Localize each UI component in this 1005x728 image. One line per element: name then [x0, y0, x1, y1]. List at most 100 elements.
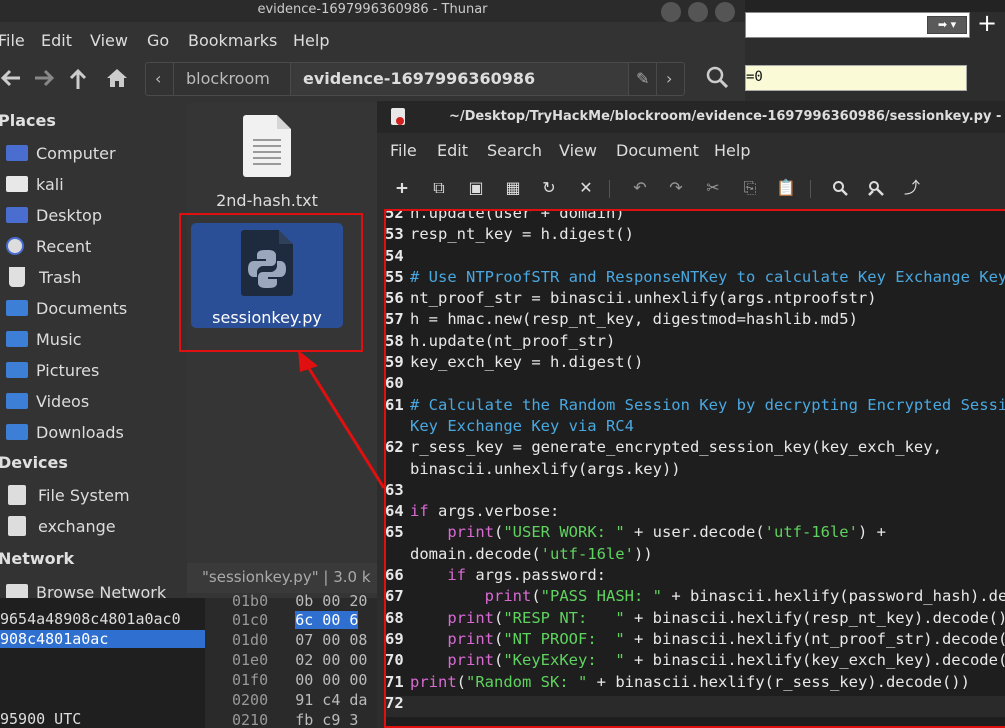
file-2nd-hash[interactable]: 2nd-hash.txt — [187, 115, 347, 210]
background-field-value: =0 — [746, 69, 763, 85]
new-document-icon[interactable]: 🞥 — [391, 177, 413, 199]
find-replace-icon[interactable] — [865, 177, 887, 199]
hex-bytes: 00 00 00 — [295, 671, 368, 689]
path-segment-blockroom[interactable]: blockroom — [174, 63, 291, 95]
sidebar-item-videos[interactable]: Videos — [6, 388, 89, 414]
combo-arrow-button[interactable]: ➡ ▾ — [927, 16, 967, 34]
hex-bytes: 91 c4 da — [295, 691, 368, 709]
save-icon[interactable]: ▣ — [465, 177, 487, 199]
code-line: 64 if args.verbose: — [386, 501, 1005, 522]
sidebar-item-computer[interactable]: Computer — [6, 140, 116, 166]
add-tab-icon[interactable]: + — [977, 10, 997, 36]
new-window-icon[interactable]: ⧉ — [428, 177, 450, 199]
sidebar-item-desktop[interactable]: Desktop — [6, 202, 102, 228]
background-text-field[interactable]: =0 — [745, 65, 967, 91]
mp-menu-file[interactable]: File — [390, 141, 417, 160]
line-number: 64 — [385, 502, 404, 521]
line-number: 63 — [385, 480, 404, 499]
hex-text-line-selected[interactable]: 908c4801a0ac — [0, 630, 205, 648]
line-number: 72 — [385, 693, 404, 712]
code-line: 57 h = hmac.new(resp_nt_key, digestmod=ha… — [386, 309, 1005, 330]
sidebar-item-music[interactable]: Music — [6, 326, 82, 352]
code-line: 54 — [386, 246, 1005, 267]
up-arrow-icon[interactable] — [68, 68, 88, 95]
forward-arrow-icon[interactable] — [33, 68, 55, 93]
sidebar-item-trash[interactable]: Trash — [6, 264, 81, 290]
screen: { "thunar": { "title": "evidence-1697996… — [0, 0, 1005, 728]
maximize-button[interactable] — [688, 2, 708, 22]
back-arrow-icon[interactable] — [0, 68, 22, 93]
path-scroll-right-icon[interactable]: › — [657, 63, 685, 95]
menu-file[interactable]: File — [0, 31, 25, 50]
save-as-icon[interactable]: ▦ — [502, 177, 524, 199]
background-window: ➡ ▾ + =0 — [745, 0, 1005, 105]
edit-path-icon[interactable]: ✎ — [629, 63, 657, 95]
line-number: 54 — [385, 246, 404, 265]
code-line: 60 — [386, 373, 1005, 394]
sidebar-item-kali[interactable]: kali — [6, 171, 64, 197]
mp-menu-document[interactable]: Document — [616, 141, 699, 160]
file-name: 2nd-hash.txt — [216, 191, 318, 210]
line-number: 68 — [385, 608, 404, 627]
goto-line-icon[interactable]: ⤴ — [901, 177, 923, 199]
menu-view[interactable]: View — [90, 31, 128, 50]
redo-icon[interactable]: ↷ — [665, 177, 687, 199]
code-line: 61 # Calculate the Random Session Key by … — [386, 395, 1005, 416]
search-icon[interactable] — [706, 66, 729, 93]
code-line: 56 nt_proof_str = binascii.unhexlify(args… — [386, 288, 1005, 309]
sidebar-item-label: Computer — [36, 143, 116, 163]
reload-icon[interactable]: ↻ — [538, 177, 560, 199]
sidebar-item-browse-network[interactable]: Browse Network — [6, 579, 166, 598]
path-segment-evidence[interactable]: evidence-1697996360986 — [291, 63, 629, 95]
network-header: Network — [0, 549, 75, 568]
sidebar-item-exchange[interactable]: exchange — [6, 513, 116, 539]
sidebar-item-downloads[interactable]: Downloads — [6, 419, 124, 445]
find-icon[interactable] — [829, 177, 851, 199]
close-window-button[interactable] — [715, 2, 735, 22]
code-line: 70 print("KeyExKey: " + binascii.hexlify… — [386, 650, 1005, 671]
mp-menu-view[interactable]: View — [559, 141, 597, 160]
menu-go[interactable]: Go — [147, 31, 169, 50]
home-folder-icon — [6, 176, 28, 192]
path-scroll-left-icon[interactable]: ‹ — [146, 63, 174, 95]
cut-icon[interactable]: ✂ — [702, 177, 724, 199]
home-icon[interactable] — [106, 68, 128, 93]
mousepad-titlebar: ~/Desktop/TryHackMe/blockroom/evidence-1… — [377, 101, 1005, 133]
close-icon[interactable]: ✕ — [575, 177, 597, 199]
menu-edit[interactable]: Edit — [41, 31, 72, 50]
hex-editor-window: 9654a48908c4801a0ac0 908c4801a0ac 95900 … — [0, 592, 380, 728]
sidebar-item-file-system[interactable]: File System — [6, 482, 130, 508]
code-line: 53 resp_nt_key = h.digest() — [386, 224, 1005, 245]
sidebar-item-documents[interactable]: Documents — [6, 295, 127, 321]
paste-icon[interactable]: 📋 — [775, 177, 797, 199]
menu-help[interactable]: Help — [293, 31, 329, 50]
sidebar-item-pictures[interactable]: Pictures — [6, 357, 99, 383]
line-number: 71 — [385, 672, 404, 691]
code-text: print("NT PROOF: " + binascii.hexlify(nt… — [447, 629, 1005, 648]
line-number: 56 — [385, 289, 404, 308]
mp-menu-search[interactable]: Search — [487, 141, 542, 160]
code-editor[interactable]: 52 h.update(user + domain) 53 resp_nt_key =… — [384, 209, 1005, 728]
mp-menu-help[interactable]: Help — [714, 141, 750, 160]
menu-bookmarks[interactable]: Bookmarks — [188, 31, 277, 50]
minimize-button[interactable] — [661, 2, 681, 22]
sidebar-item-recent[interactable]: Recent — [6, 233, 91, 259]
background-combo-box[interactable]: ➡ ▾ — [745, 12, 970, 38]
code-lines: 52 h.update(user + domain) 53 resp_nt_key =… — [385, 211, 1005, 714]
code-line: 71 print("Random SK: " + binascii.hexlify… — [386, 672, 1005, 693]
code-line: 58 h.update(nt_proof_str) — [386, 331, 1005, 352]
code-line: 68 print("RESP NT: " + binascii.hexlify(… — [386, 608, 1005, 629]
copy-icon[interactable]: ⎘ — [739, 177, 761, 199]
undo-icon[interactable]: ↶ — [629, 177, 651, 199]
code-line: 65 print("USER WORK: " + user.decode('ut… — [386, 522, 1005, 543]
line-number: 67 — [385, 587, 404, 606]
hex-text-line: 9654a48908c4801a0ac0 — [0, 610, 181, 628]
code-text: print("KeyExKey: " + binascii.hexlify(ke… — [447, 651, 1005, 670]
hex-bytes-selected[interactable]: 6c 00 6 — [295, 611, 359, 629]
mp-menu-edit[interactable]: Edit — [437, 141, 468, 160]
recent-icon — [6, 237, 24, 255]
mousepad-app-icon — [391, 108, 405, 125]
sidebar-item-label: Documents — [36, 298, 128, 318]
code-line: binascii.unhexlify(args.key)) — [386, 459, 1005, 480]
text-file-icon — [243, 115, 291, 177]
